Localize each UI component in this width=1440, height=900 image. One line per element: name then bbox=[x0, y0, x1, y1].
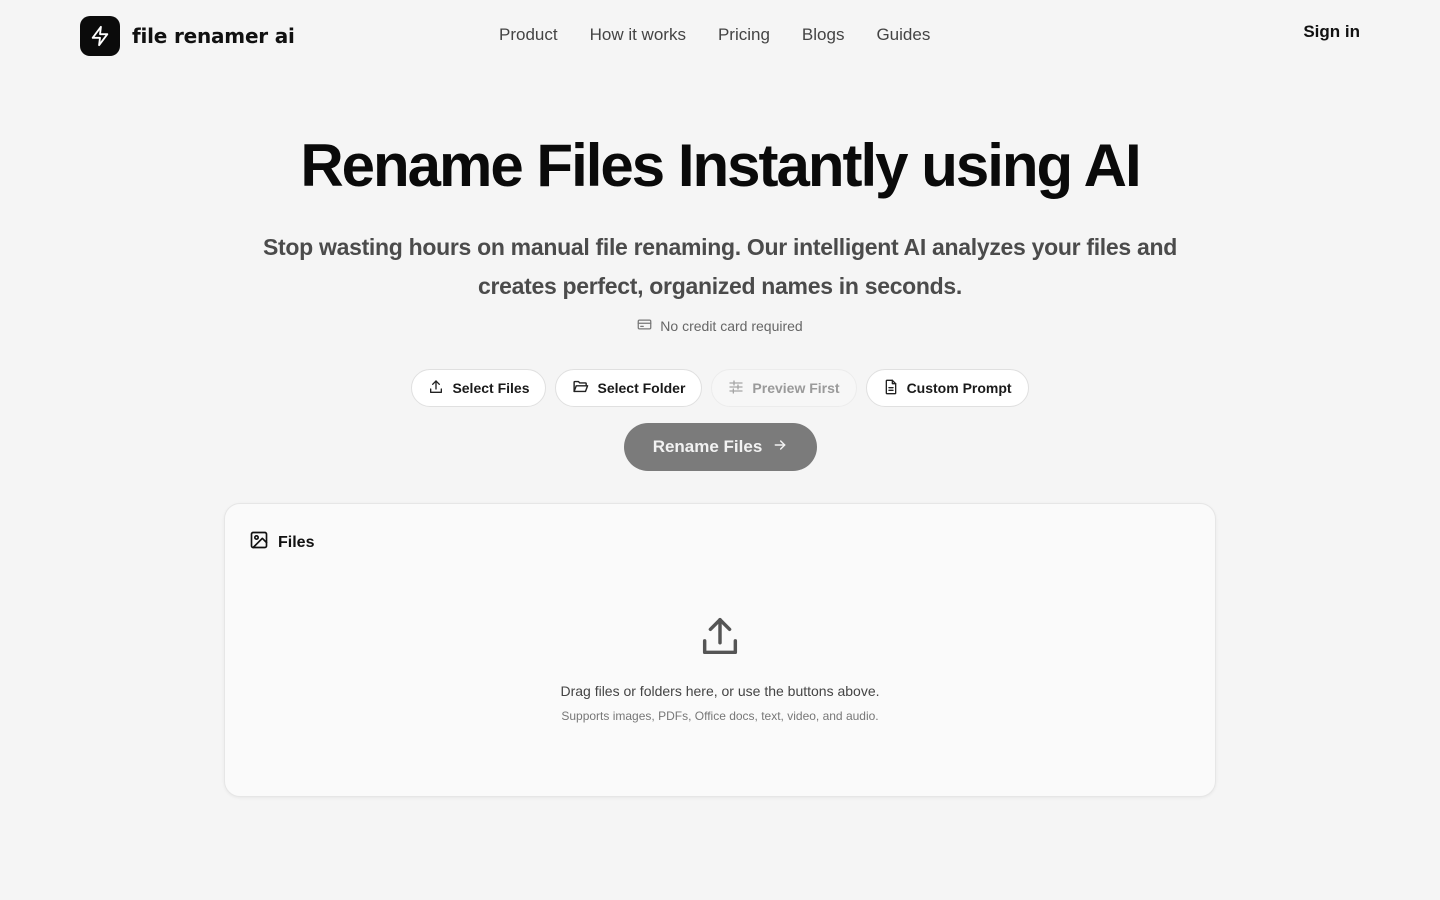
brand-name: file renamer ai bbox=[132, 24, 295, 48]
sign-in-link[interactable]: Sign in bbox=[1303, 22, 1360, 42]
hero-subtitle: Stop wasting hours on manual file renami… bbox=[263, 234, 1177, 299]
preview-first-button[interactable]: Preview First bbox=[711, 369, 857, 407]
nav-blogs[interactable]: Blogs bbox=[802, 25, 845, 45]
main-nav: Product How it works Pricing Blogs Guide… bbox=[499, 22, 930, 48]
credit-card-icon bbox=[637, 317, 652, 335]
select-folder-button[interactable]: Select Folder bbox=[555, 369, 703, 407]
rename-files-label: Rename Files bbox=[652, 437, 763, 456]
file-options: Select Files Select Folder Preview First bbox=[0, 369, 1440, 407]
file-dropzone[interactable]: Drag files or folders here, or use the b… bbox=[225, 614, 1215, 734]
dropzone-instruction: Drag files or folders here, or use the b… bbox=[560, 683, 880, 699]
nav-pricing[interactable]: Pricing bbox=[718, 25, 770, 45]
preview-first-label: Preview First bbox=[752, 380, 840, 396]
dropzone-supported-types: Supports images, PDFs, Office docs, text… bbox=[561, 709, 879, 723]
site-header: file renamer ai Product How it works Pri… bbox=[0, 0, 1440, 72]
select-folder-label: Select Folder bbox=[597, 380, 686, 396]
files-title: Files bbox=[278, 533, 315, 551]
nav-product[interactable]: Product bbox=[499, 25, 558, 45]
nav-how-it-works[interactable]: How it works bbox=[590, 25, 686, 45]
no-credit-card-note: No credit card required bbox=[0, 317, 1440, 335]
document-icon bbox=[883, 379, 899, 398]
custom-prompt-label: Custom Prompt bbox=[906, 380, 1012, 396]
files-header: Files bbox=[249, 530, 314, 555]
files-panel: Files Drag files or folders here, or use… bbox=[224, 503, 1216, 797]
image-icon bbox=[249, 530, 269, 555]
brand-link[interactable]: file renamer ai bbox=[80, 16, 295, 56]
hero-title: Rename Files Instantly using AI bbox=[300, 132, 1141, 199]
page: file renamer ai Product How it works Pri… bbox=[0, 0, 1440, 900]
upload-tray-icon bbox=[697, 614, 743, 665]
lightning-bolt-icon bbox=[80, 16, 120, 56]
sliders-icon bbox=[728, 379, 744, 398]
select-files-label: Select Files bbox=[452, 380, 530, 396]
rename-files-button[interactable]: Rename Files bbox=[624, 423, 817, 471]
folder-open-icon bbox=[572, 378, 589, 398]
custom-prompt-button[interactable]: Custom Prompt bbox=[865, 369, 1029, 407]
select-files-button[interactable]: Select Files bbox=[411, 369, 547, 407]
upload-icon bbox=[428, 379, 444, 398]
no-credit-card-text: No credit card required bbox=[660, 318, 803, 334]
arrow-right-icon bbox=[772, 437, 788, 458]
nav-guides[interactable]: Guides bbox=[876, 25, 930, 45]
